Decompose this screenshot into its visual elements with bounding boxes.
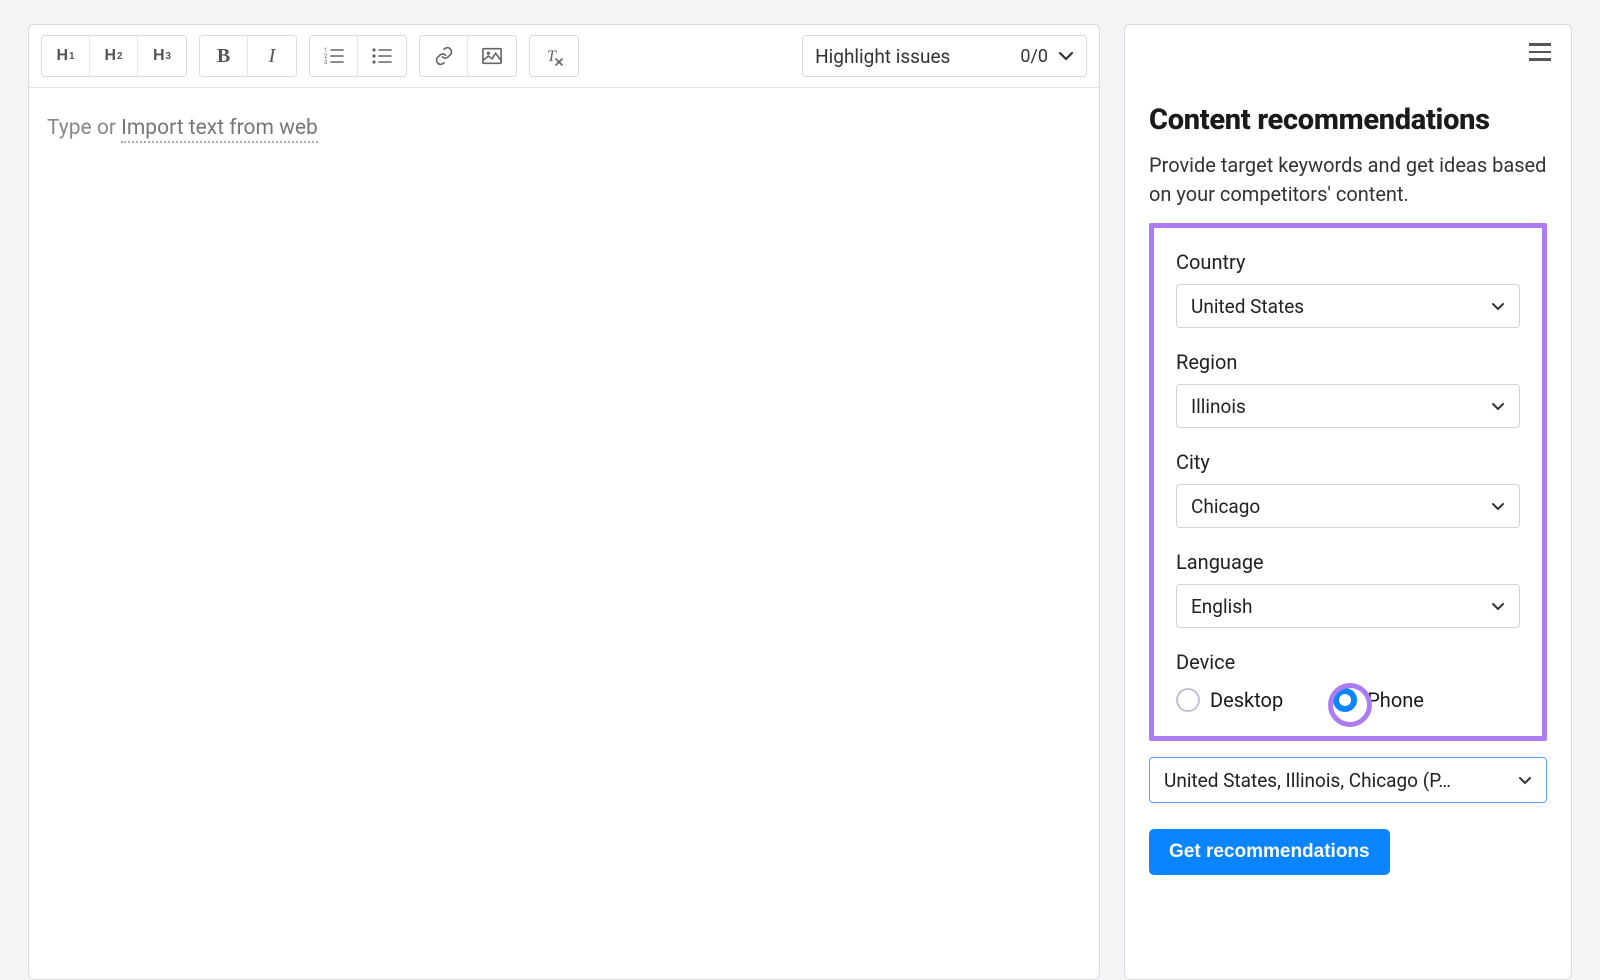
chevron-down-icon [1058,51,1074,61]
h3-button[interactable]: H3 [138,36,186,76]
device-radio-group: Desktop Phone [1176,684,1520,712]
chevron-down-icon [1491,302,1505,311]
editor-body[interactable]: Type or Import text from web [29,88,1099,979]
clear-group: T [529,35,579,77]
location-summary-select[interactable]: United States, Illinois, Chicago (P… [1149,757,1547,803]
link-button[interactable] [420,36,468,76]
device-desktop-option[interactable]: Desktop [1176,688,1283,712]
unordered-list-button[interactable] [358,36,406,76]
region-select[interactable]: Illinois [1176,384,1520,428]
editor-panel: H1 H2 H3 B I 123 [28,24,1100,980]
language-select[interactable]: English [1176,584,1520,628]
chevron-down-icon [1491,402,1505,411]
region-field: Region Illinois [1176,350,1520,428]
clear-formatting-button[interactable]: T [530,36,578,76]
country-field: Country United States [1176,250,1520,328]
language-field: Language English [1176,550,1520,628]
device-phone-option[interactable]: Phone [1333,688,1424,712]
format-group: B I [199,35,297,77]
italic-button[interactable]: I [248,36,296,76]
bold-button[interactable]: B [200,36,248,76]
import-text-link[interactable]: Import text from web [121,116,318,143]
hamburger-icon [1529,43,1551,46]
language-value: English [1191,595,1252,618]
device-desktop-label: Desktop [1210,688,1283,712]
sidebar-title: Content recommendations [1149,103,1547,137]
link-icon [434,46,454,66]
radio-unchecked-icon [1176,688,1200,712]
chevron-down-icon [1491,602,1505,611]
radio-checked-icon [1333,688,1357,712]
h1-button[interactable]: H1 [42,36,90,76]
chevron-down-icon [1491,502,1505,511]
location-summary-value: United States, Illinois, Chicago (P… [1164,769,1451,792]
ordered-list-button[interactable]: 123 [310,36,358,76]
get-recommendations-button[interactable]: Get recommendations [1149,829,1390,875]
editor-placeholder-prefix: Type or [47,116,121,140]
h2-button[interactable]: H2 [90,36,138,76]
device-field: Device Desktop Phone [1176,650,1520,712]
country-label: Country [1176,250,1520,274]
unordered-list-icon [372,47,392,65]
chevron-down-icon [1518,776,1532,785]
highlight-ring-icon [1328,683,1372,727]
sidebar-menu-button[interactable] [1529,43,1551,61]
insert-group [419,35,517,77]
city-value: Chicago [1191,495,1260,518]
city-field: City Chicago [1176,450,1520,528]
svg-text:3: 3 [324,59,327,65]
ordered-list-icon: 123 [324,47,344,65]
language-label: Language [1176,550,1520,574]
device-phone-label: Phone [1367,688,1424,712]
targeting-settings-box: Country United States Region Illinois Ci… [1149,223,1547,741]
sidebar-description: Provide target keywords and get ideas ba… [1149,151,1547,209]
heading-group: H1 H2 H3 [41,35,187,77]
country-select[interactable]: United States [1176,284,1520,328]
device-label: Device [1176,650,1520,674]
clear-format-icon: T [543,46,565,66]
city-select[interactable]: Chicago [1176,484,1520,528]
svg-text:T: T [547,48,557,65]
country-value: United States [1191,295,1304,318]
recommendations-sidebar: Content recommendations Provide target k… [1124,24,1572,980]
app-root: H1 H2 H3 B I 123 [0,0,1600,980]
highlight-issues-label: Highlight issues [815,45,950,68]
image-icon [482,47,502,65]
region-value: Illinois [1191,395,1246,418]
city-label: City [1176,450,1520,474]
list-group: 123 [309,35,407,77]
image-button[interactable] [468,36,516,76]
region-label: Region [1176,350,1520,374]
highlight-issues-count: 0/0 [1020,46,1048,67]
highlight-issues-dropdown[interactable]: Highlight issues 0/0 [802,35,1087,77]
editor-toolbar: H1 H2 H3 B I 123 [29,25,1099,88]
